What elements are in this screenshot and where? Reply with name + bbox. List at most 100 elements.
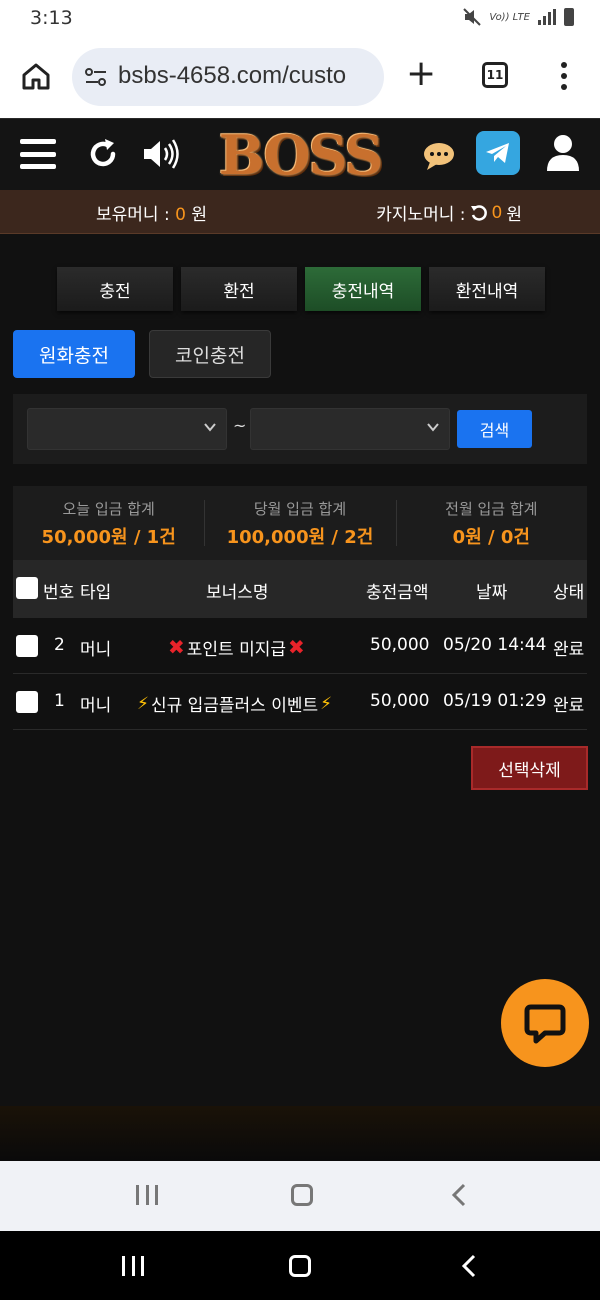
last-month-total: 전월 입금 합계 0원 / 0건 bbox=[395, 486, 587, 560]
volte-label: Vo)) LTE bbox=[489, 11, 530, 23]
refresh-icon[interactable] bbox=[86, 137, 120, 171]
telegram-icon bbox=[486, 143, 509, 163]
month-total: 당월 입금 합계 100,000원 / 2건 bbox=[204, 486, 395, 560]
holding-money-value: 0 bbox=[175, 205, 186, 225]
date-filter: ~ 검색 bbox=[13, 394, 587, 464]
date-range-separator: ~ bbox=[233, 416, 247, 435]
lightning-icon: ⚡ bbox=[320, 693, 333, 714]
site-logo[interactable]: BOSS bbox=[214, 123, 386, 187]
browser-toolbar: bsbs-4658.com/custo + 11 bbox=[0, 38, 600, 118]
select-all-checkbox[interactable] bbox=[16, 577, 38, 599]
delete-selected-button[interactable]: 선택삭제 bbox=[471, 746, 588, 790]
header-bonus: 보너스명 bbox=[206, 583, 269, 603]
tab-bar: 충전 환전 충전내역 환전내역 bbox=[57, 267, 545, 311]
start-date-select[interactable] bbox=[27, 408, 227, 450]
url-text: bsbs-4658.com/custo bbox=[118, 62, 347, 89]
system-nav-bar bbox=[0, 1231, 600, 1300]
casino-money-unit: 원 bbox=[506, 205, 522, 225]
fiat-charge-tab[interactable]: 원화충전 bbox=[13, 330, 135, 378]
row-type: 머니 bbox=[80, 696, 112, 716]
tab-exchange[interactable]: 환전 bbox=[181, 267, 297, 311]
table-row: 2 머니 ✖ 포인트 미지급 ✖ 50,000 05/20 14:44 완료 bbox=[13, 618, 587, 674]
casino-money-label: 카지노머니 : bbox=[376, 205, 466, 225]
casino-money: 카지노머니 : 0 원 bbox=[376, 200, 522, 226]
row-bonus: ⚡ 신규 입금플러스 이벤트 ⚡ bbox=[137, 691, 333, 717]
row-amount: 50,000 bbox=[370, 635, 430, 655]
balance-bar: 보유머니 : 0 원 카지노머니 : 0 원 bbox=[0, 190, 600, 234]
row-amount: 50,000 bbox=[370, 691, 430, 711]
end-date-select[interactable] bbox=[250, 408, 450, 450]
site-settings-icon[interactable] bbox=[84, 66, 108, 88]
tab-charge[interactable]: 충전 bbox=[57, 267, 173, 311]
month-total-label: 당월 입금 합계 bbox=[253, 499, 347, 518]
row-bonus-name: 신규 입금플러스 이벤트 bbox=[150, 696, 319, 716]
home-icon[interactable] bbox=[20, 60, 52, 92]
browser-menu-icon[interactable] bbox=[558, 62, 570, 90]
battery-icon bbox=[564, 8, 574, 26]
tab-switcher-button[interactable]: 11 bbox=[482, 62, 508, 88]
user-icon[interactable] bbox=[546, 133, 580, 173]
tab-exchange-history[interactable]: 환전내역 bbox=[429, 267, 545, 311]
row-no: 1 bbox=[54, 691, 65, 711]
row-date: 05/19 01:29 bbox=[443, 691, 547, 711]
status-icons: Vo)) LTE bbox=[463, 8, 574, 26]
table-row: 1 머니 ⚡ 신규 입금플러스 이벤트 ⚡ 50,000 05/19 01:29 완… bbox=[13, 674, 587, 730]
header-status: 상태 bbox=[553, 583, 585, 603]
row-checkbox[interactable] bbox=[16, 691, 38, 713]
casino-money-value: 0 bbox=[491, 202, 503, 223]
mute-icon bbox=[463, 8, 482, 26]
header-no: 번호 bbox=[43, 583, 75, 603]
row-type: 머니 bbox=[80, 640, 112, 660]
menu-icon[interactable] bbox=[20, 139, 56, 169]
chat-bubble-icon[interactable] bbox=[422, 141, 456, 171]
chat-icon bbox=[524, 1004, 566, 1044]
row-date: 05/20 14:44 bbox=[443, 635, 547, 655]
main-content: 충전 환전 충전내역 환전내역 원화충전 코인충전 ~ 검색 오늘 입금 합계 … bbox=[0, 234, 600, 1106]
row-no: 2 bbox=[54, 635, 65, 655]
new-tab-button[interactable]: + bbox=[406, 56, 436, 92]
holding-money: 보유머니 : 0 원 bbox=[96, 200, 207, 225]
back-icon[interactable] bbox=[451, 1183, 467, 1207]
status-bar: 3:13 Vo)) LTE bbox=[0, 0, 600, 38]
row-status: 완료 bbox=[553, 640, 585, 660]
tab-charge-history[interactable]: 충전내역 bbox=[305, 267, 421, 311]
holding-money-unit: 원 bbox=[185, 205, 207, 225]
address-bar[interactable]: bsbs-4658.com/custo bbox=[72, 48, 384, 106]
site-header: BOSS bbox=[0, 118, 600, 190]
table-header: 번호 타입 보너스명 충전금액 날짜 상태 bbox=[13, 560, 587, 618]
back-icon[interactable] bbox=[461, 1254, 477, 1278]
last-month-total-value: 0원 / 0건 bbox=[452, 526, 530, 548]
search-button[interactable]: 검색 bbox=[457, 410, 532, 448]
header-type: 타입 bbox=[80, 583, 112, 603]
browser-nav-bar bbox=[0, 1161, 600, 1231]
signal-icon bbox=[538, 9, 556, 25]
red-x-icon: ✖ bbox=[168, 635, 185, 659]
today-total-value: 50,000원 / 1건 bbox=[41, 526, 176, 548]
today-total: 오늘 입금 합계 50,000원 / 1건 bbox=[13, 486, 204, 560]
last-month-total-label: 전월 입금 합계 bbox=[445, 499, 538, 518]
header-date: 날짜 bbox=[476, 583, 508, 603]
status-time: 3:13 bbox=[30, 7, 73, 29]
home-nav-icon[interactable] bbox=[289, 1255, 311, 1277]
recents-icon[interactable] bbox=[122, 1256, 144, 1276]
coin-charge-tab[interactable]: 코인충전 bbox=[149, 330, 271, 378]
row-bonus: ✖ 포인트 미지급 ✖ bbox=[168, 635, 305, 660]
chevron-down-icon bbox=[204, 423, 216, 432]
row-bonus-name: 포인트 미지급 bbox=[186, 640, 287, 660]
recents-icon[interactable] bbox=[136, 1185, 158, 1205]
lightning-icon: ⚡ bbox=[137, 693, 149, 714]
telegram-button[interactable] bbox=[476, 131, 520, 175]
holding-money-label: 보유머니 : bbox=[96, 205, 176, 225]
refresh-balance-icon[interactable] bbox=[470, 204, 488, 222]
footer-strip bbox=[0, 1106, 600, 1161]
sound-icon[interactable] bbox=[142, 137, 180, 171]
month-total-value: 100,000원 / 2건 bbox=[226, 526, 374, 548]
row-status: 완료 bbox=[553, 696, 585, 716]
deposit-totals: 오늘 입금 합계 50,000원 / 1건 당월 입금 합계 100,000원 … bbox=[13, 486, 587, 560]
today-total-label: 오늘 입금 합계 bbox=[62, 499, 155, 518]
chevron-down-icon bbox=[427, 423, 439, 432]
live-chat-button[interactable] bbox=[501, 979, 589, 1067]
home-nav-icon[interactable] bbox=[291, 1184, 313, 1206]
row-checkbox[interactable] bbox=[16, 635, 38, 657]
header-amount: 충전금액 bbox=[366, 583, 429, 603]
